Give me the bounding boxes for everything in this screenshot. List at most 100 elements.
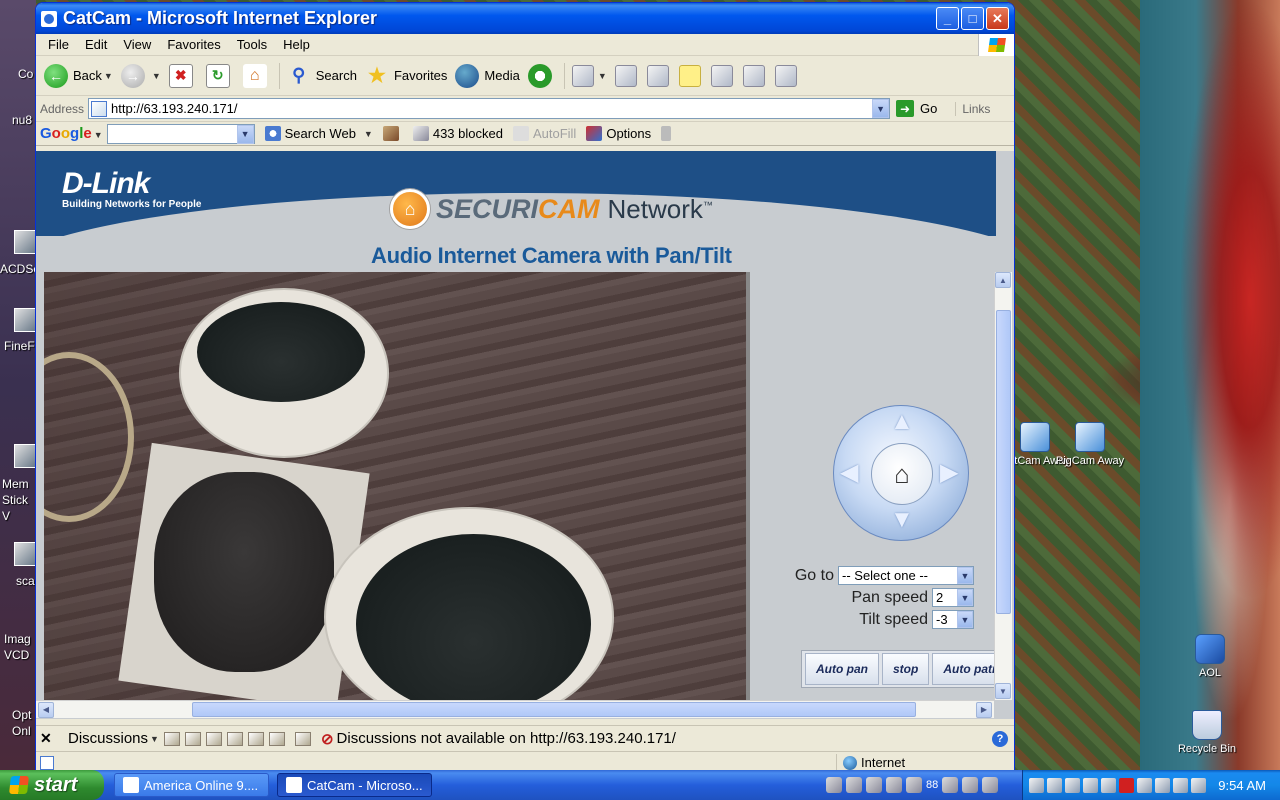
search-button[interactable]: ⚲ Search	[283, 59, 361, 93]
desktop-left-icon[interactable]	[14, 542, 36, 566]
tools-button[interactable]	[739, 59, 771, 93]
tray-tool-icon[interactable]	[826, 777, 842, 793]
print-button[interactable]	[611, 59, 643, 93]
refresh-button[interactable]: ↻	[202, 59, 239, 93]
pan-speed-select[interactable]: 2 ▼	[932, 588, 974, 607]
start-button[interactable]: start	[0, 770, 104, 800]
tray-icon[interactable]	[1101, 777, 1116, 793]
menu-file[interactable]: File	[40, 37, 77, 52]
media-button[interactable]: Media	[451, 59, 523, 93]
discussion-insert-icon[interactable]	[163, 731, 180, 746]
desktop-left-icon[interactable]	[14, 444, 36, 468]
address-field[interactable]: ▼	[88, 98, 891, 119]
tray-icon[interactable]	[1083, 777, 1098, 793]
address-dropdown-icon[interactable]: ▼	[872, 99, 890, 118]
google-search-input[interactable]: ▼	[106, 123, 255, 144]
search-web-button[interactable]: Search Web ▼	[264, 126, 373, 141]
menu-view[interactable]: View	[115, 37, 159, 52]
tray-icon[interactable]	[1137, 777, 1152, 793]
tray-icon[interactable]	[1047, 777, 1062, 793]
tray-tool-icon[interactable]	[942, 777, 959, 793]
vertical-scroll-thumb[interactable]	[996, 310, 1011, 614]
help-icon[interactable]: ?	[992, 730, 1008, 747]
back-dropdown-icon[interactable]: ▼	[104, 71, 113, 81]
tray-tool-icon[interactable]	[846, 777, 862, 793]
discussion-collapse-icon[interactable]	[205, 731, 222, 746]
desktop-icon-pigcam-away[interactable]: PigCam Away	[1055, 422, 1125, 467]
research-button[interactable]	[707, 59, 739, 93]
links-button[interactable]: Links	[955, 101, 990, 116]
desktop-icon-recycle-bin[interactable]: Recycle Bin	[1172, 710, 1242, 755]
minimize-button[interactable]: _	[936, 7, 959, 30]
task-aol[interactable]: America Online 9....	[114, 773, 269, 797]
task-catcam[interactable]: CatCam - Microso...	[277, 773, 432, 797]
address-input[interactable]	[111, 101, 873, 116]
close-discussions-icon[interactable]: ✕	[40, 730, 56, 747]
title-bar[interactable]: CatCam - Microsoft Internet Explorer _ □…	[36, 3, 1014, 34]
goto-select[interactable]: -- Select one -- ▼	[838, 566, 974, 585]
discussions-menu[interactable]: Discussions	[68, 730, 148, 747]
tray-tool-icon[interactable]	[886, 777, 902, 793]
home-button[interactable]: ⌂	[239, 59, 276, 93]
clock[interactable]: 9:54 AM	[1218, 778, 1266, 793]
tray-tool-icon[interactable]	[962, 777, 979, 793]
menu-tools[interactable]: Tools	[229, 37, 275, 52]
tray-icon[interactable]	[1191, 777, 1206, 793]
go-button[interactable]: ➜ Go	[896, 100, 937, 117]
history-button[interactable]	[524, 59, 561, 93]
messenger-button[interactable]	[771, 59, 803, 93]
discussions-dropdown-icon[interactable]: ▼	[150, 734, 159, 744]
camera-home-button[interactable]: ⌂	[871, 443, 933, 505]
pan-right-arrow-icon[interactable]: ▶	[940, 458, 958, 487]
menu-help[interactable]: Help	[275, 37, 318, 52]
discussion-refresh-icon[interactable]	[268, 731, 285, 746]
horizontal-scroll-thumb[interactable]	[192, 702, 916, 717]
tray-mail-icon[interactable]	[1119, 777, 1134, 793]
desktop-left-icon[interactable]	[14, 230, 36, 254]
scroll-left-icon[interactable]: ◀	[38, 701, 54, 718]
google-logo[interactable]: Google ▼	[40, 125, 103, 142]
close-button[interactable]: ✕	[986, 7, 1009, 30]
camera-video-feed[interactable]	[44, 272, 750, 700]
tilt-speed-select[interactable]: -3 ▼	[932, 610, 974, 629]
pan-left-arrow-icon[interactable]: ◀	[840, 458, 858, 487]
mail-dropdown-icon[interactable]: ▼	[598, 71, 607, 81]
tray-icon[interactable]	[1065, 777, 1080, 793]
discussion-prev-icon[interactable]	[226, 731, 243, 746]
edit-button[interactable]	[643, 59, 675, 93]
menu-edit[interactable]: Edit	[77, 37, 115, 52]
tilt-up-arrow-icon[interactable]: ▲	[890, 408, 914, 436]
back-button[interactable]: ← Back ▼	[40, 59, 117, 93]
tray-tool-icon[interactable]	[982, 777, 999, 793]
note-button[interactable]	[675, 59, 707, 93]
search-web-dropdown-icon[interactable]: ▼	[364, 129, 373, 139]
forward-dropdown-icon[interactable]: ▼	[152, 71, 161, 81]
scroll-down-icon[interactable]: ▼	[995, 683, 1011, 699]
tilt-down-arrow-icon[interactable]: ▼	[890, 506, 914, 534]
favorites-button[interactable]: ★ Favorites	[361, 59, 451, 93]
scroll-up-icon[interactable]: ▲	[995, 272, 1011, 288]
stop-button[interactable]: ✖	[165, 59, 202, 93]
discussion-expand-icon[interactable]	[184, 731, 201, 746]
options-button[interactable]: Options	[586, 126, 651, 141]
maximize-button[interactable]: □	[961, 7, 984, 30]
stop-button[interactable]: stop	[882, 653, 930, 685]
highlight-button[interactable]	[661, 126, 675, 141]
popup-blocker-button[interactable]: 433 blocked	[412, 126, 503, 141]
desktop-icon-aol[interactable]: AOL	[1175, 634, 1245, 679]
tray-icon[interactable]	[1029, 777, 1044, 793]
tray-tool-icon[interactable]	[866, 777, 882, 793]
scroll-right-icon[interactable]: ▶	[976, 701, 992, 718]
discussion-next-icon[interactable]	[247, 731, 264, 746]
forward-button[interactable]: → ▼	[117, 59, 165, 93]
menu-favorites[interactable]: Favorites	[159, 37, 228, 52]
mail-button[interactable]: ▼	[568, 59, 611, 93]
tray-icon[interactable]	[1173, 777, 1188, 793]
pan-tilt-control[interactable]: ▲ ▼ ◀ ▶ ⌂	[833, 405, 969, 541]
desktop-left-icon[interactable]	[14, 308, 36, 332]
horizontal-scrollbar[interactable]: ◀ ▶	[36, 700, 994, 718]
auto-pan-button[interactable]: Auto pan	[805, 653, 879, 685]
tray-icon[interactable]	[1155, 777, 1170, 793]
discussion-subscribe-icon[interactable]	[294, 731, 311, 746]
pagerank-button[interactable]	[382, 126, 403, 141]
